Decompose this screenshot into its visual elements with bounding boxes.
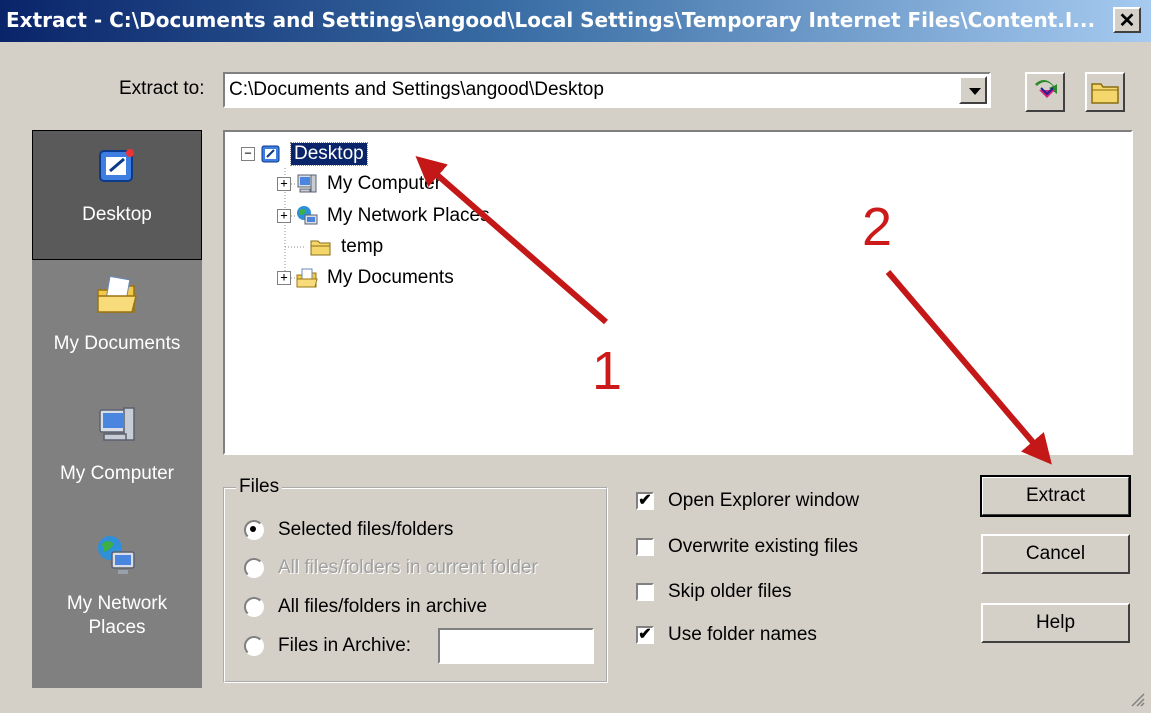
network-places-icon bbox=[297, 206, 318, 225]
folder-tree[interactable]: − Desktop + My Computer + My Network Pla… bbox=[223, 130, 1133, 455]
tree-item-my-network-places[interactable]: + My Network Places bbox=[277, 202, 490, 230]
radio-files-in-archive[interactable]: Files in Archive: bbox=[244, 631, 411, 661]
tree-item-desktop[interactable]: − Desktop bbox=[241, 140, 368, 168]
radio-label: Selected files/folders bbox=[278, 519, 454, 540]
sidebar-item-my-network-places[interactable]: My Network Places bbox=[32, 520, 202, 670]
close-icon: ✕ bbox=[1118, 9, 1136, 32]
files-in-archive-field[interactable] bbox=[438, 628, 594, 664]
extract-to-value: C:\Documents and Settings\angood\Desktop bbox=[229, 79, 604, 100]
extract-button[interactable]: Extract bbox=[980, 475, 1131, 517]
folder-icon bbox=[1091, 83, 1119, 104]
radio-label: All files/folders in current folder bbox=[278, 557, 538, 578]
expand-icon[interactable]: + bbox=[277, 209, 291, 223]
radio-button bbox=[244, 558, 264, 578]
sidebar-item-label: Desktop bbox=[82, 204, 152, 225]
places-sidebar: Desktop My Documents My Computer My Netw… bbox=[32, 130, 202, 688]
checkbox[interactable] bbox=[636, 538, 654, 556]
checkbox[interactable]: ✔ bbox=[636, 626, 654, 644]
sidebar-item-label: My Documents bbox=[53, 333, 181, 354]
sidebar-item-desktop[interactable]: Desktop bbox=[32, 130, 202, 260]
desktop-icon bbox=[99, 149, 134, 182]
extract-to-label: Extract to: bbox=[119, 78, 205, 99]
tree-item-label: Desktop bbox=[290, 142, 368, 166]
radio-label: All files/folders in archive bbox=[278, 596, 488, 617]
title-bar[interactable]: Extract - C:\Documents and Settings\ango… bbox=[0, 0, 1151, 42]
checkbox[interactable] bbox=[636, 583, 654, 601]
help-button[interactable]: Help bbox=[981, 603, 1130, 643]
my-computer-icon bbox=[297, 174, 317, 193]
chevron-down-icon[interactable] bbox=[959, 76, 987, 104]
sidebar-item-my-documents[interactable]: My Documents bbox=[32, 260, 202, 390]
tree-item-label: My Network Places bbox=[327, 205, 490, 226]
folder-icon bbox=[310, 240, 331, 256]
new-folder-button[interactable] bbox=[1085, 72, 1125, 112]
annotation-number-2: 2 bbox=[862, 197, 893, 257]
sidebar-item-label: Places bbox=[88, 617, 146, 638]
sidebar-item-my-computer[interactable]: My Computer bbox=[32, 390, 202, 520]
radio-button[interactable] bbox=[244, 636, 264, 656]
radio-button[interactable] bbox=[244, 597, 264, 617]
option-open-explorer[interactable]: ✔ Open Explorer window bbox=[636, 486, 859, 516]
tree-item-label: My Documents bbox=[327, 267, 454, 288]
radio-all-in-archive[interactable]: All files/folders in archive bbox=[244, 592, 487, 622]
collapse-icon[interactable]: − bbox=[241, 147, 255, 161]
radio-selected-files[interactable]: Selected files/folders bbox=[244, 515, 453, 545]
checkbox-label: Open Explorer window bbox=[668, 490, 860, 511]
radio-label: Files in Archive: bbox=[278, 635, 412, 656]
checkbox-label: Overwrite existing files bbox=[668, 536, 859, 557]
checkbox-label: Use folder names bbox=[668, 624, 817, 645]
option-overwrite-existing[interactable]: Overwrite existing files bbox=[636, 532, 858, 562]
option-use-folder-names[interactable]: ✔ Use folder names bbox=[636, 620, 817, 650]
tree-item-my-computer[interactable]: + My Computer bbox=[277, 170, 441, 198]
extract-to-combo[interactable]: C:\Documents and Settings\angood\Desktop bbox=[223, 72, 991, 108]
refresh-icon bbox=[1035, 79, 1057, 98]
option-skip-older[interactable]: Skip older files bbox=[636, 577, 792, 607]
checkbox-label: Skip older files bbox=[668, 581, 792, 602]
annotation-number-1: 1 bbox=[592, 341, 623, 401]
my-documents-icon bbox=[97, 275, 137, 313]
expand-icon[interactable]: + bbox=[277, 271, 291, 285]
my-computer-icon bbox=[99, 407, 135, 441]
tree-item-temp[interactable]: temp bbox=[309, 233, 383, 261]
resize-grip-icon[interactable] bbox=[1127, 689, 1145, 707]
radio-all-in-current-folder: All files/folders in current folder bbox=[244, 553, 538, 583]
new-path-button[interactable] bbox=[1025, 72, 1065, 112]
my-documents-icon bbox=[296, 268, 318, 288]
checkbox[interactable]: ✔ bbox=[636, 492, 654, 510]
network-places-icon bbox=[98, 536, 135, 574]
files-group-title: Files bbox=[236, 476, 283, 498]
window-title: Extract - C:\Documents and Settings\ango… bbox=[6, 8, 1096, 32]
expand-icon[interactable]: + bbox=[277, 177, 291, 191]
close-button[interactable]: ✕ bbox=[1113, 7, 1141, 33]
tree-item-label: temp bbox=[341, 236, 384, 257]
tree-item-my-documents[interactable]: + My Documents bbox=[277, 264, 454, 292]
tree-item-label: My Computer bbox=[327, 173, 442, 194]
desktop-icon bbox=[261, 145, 280, 163]
radio-button[interactable] bbox=[244, 520, 264, 540]
sidebar-item-label: My Computer bbox=[59, 463, 175, 484]
sidebar-item-label: My Network bbox=[66, 593, 168, 614]
cancel-button[interactable]: Cancel bbox=[981, 534, 1130, 574]
